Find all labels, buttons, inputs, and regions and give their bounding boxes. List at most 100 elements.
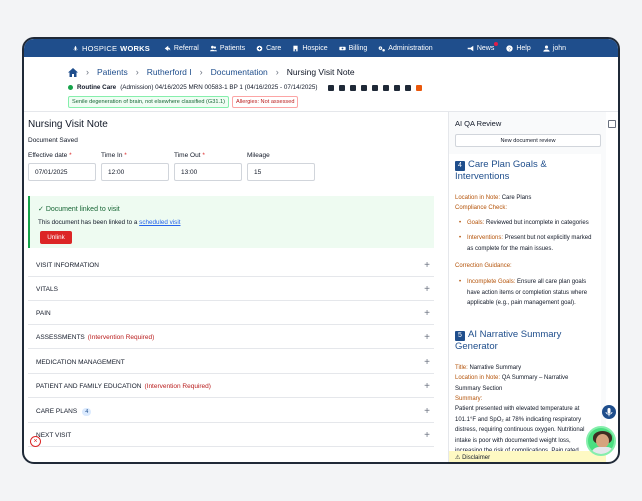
file-icon[interactable] bbox=[349, 84, 356, 91]
plus-icon[interactable]: + bbox=[424, 260, 430, 271]
linked-heading: Document linked to visit bbox=[45, 206, 120, 213]
nav-news-label: News bbox=[476, 44, 495, 52]
ai-qa-panel: AI QA Review New document review 4 Care P… bbox=[448, 112, 606, 462]
unlink-button[interactable]: Unlink bbox=[40, 231, 72, 244]
section-patient-family-education[interactable]: PATIENT AND FAMILY EDUCATION (Interventi… bbox=[28, 376, 434, 398]
nav-news[interactable]: News bbox=[467, 41, 498, 52]
chevron-right-icon: › bbox=[199, 67, 203, 77]
breadcrumb-patient-name[interactable]: Rutherford I bbox=[147, 67, 192, 77]
warning-icon: ⚠ bbox=[455, 455, 461, 461]
brand-logo[interactable]: HOSPICE WORKS bbox=[72, 44, 150, 53]
save-status: Document Saved bbox=[28, 137, 78, 144]
section-vitals[interactable]: VITALS + bbox=[28, 279, 434, 301]
nav-patients[interactable]: Patients bbox=[209, 44, 246, 52]
chevron-right-icon: › bbox=[275, 67, 279, 77]
nav-patients-label: Patients bbox=[219, 44, 246, 52]
close-circle-icon[interactable]: × bbox=[30, 436, 41, 447]
intervention-required-note: (Intervention Required) bbox=[87, 334, 155, 341]
nav-user[interactable]: john bbox=[543, 45, 566, 52]
people-icon[interactable] bbox=[371, 84, 378, 91]
info-icon[interactable] bbox=[327, 84, 334, 91]
note-form-panel: Nursing Visit Note Document Saved Effect… bbox=[24, 112, 444, 462]
scheduled-visit-link[interactable]: scheduled visit bbox=[139, 219, 180, 226]
time-out-input[interactable]: 13:00 bbox=[174, 163, 242, 181]
patients-icon bbox=[209, 45, 217, 51]
time-out-label: Time Out bbox=[174, 152, 201, 159]
care-icon bbox=[256, 45, 263, 51]
patient-action-icons bbox=[327, 84, 422, 91]
microphone-button[interactable] bbox=[602, 405, 616, 419]
nav-user-label: john bbox=[552, 44, 566, 52]
section-label: CARE PLANS bbox=[36, 408, 78, 415]
nav-hospice[interactable]: Hospice bbox=[292, 45, 328, 52]
location-value: Care Plans bbox=[501, 195, 532, 201]
plus-icon[interactable]: + bbox=[424, 406, 430, 417]
nav-care[interactable]: Care bbox=[256, 45, 281, 52]
plus-icon[interactable]: + bbox=[424, 357, 430, 368]
correction-label: Correction Guidance: bbox=[455, 263, 512, 269]
narrative-title: AI Narrative Summary Generator bbox=[455, 329, 562, 352]
top-navbar: HOSPICE WORKS Referral Patients Care Hos… bbox=[24, 39, 618, 57]
brand-text-bold: WORKS bbox=[120, 43, 150, 53]
section-next-visit[interactable]: NEXT VISIT + bbox=[28, 425, 434, 447]
trash-icon[interactable] bbox=[415, 84, 422, 91]
app-window: HOSPICE WORKS Referral Patients Care Hos… bbox=[22, 37, 620, 464]
n-title-value: Narrative Summary bbox=[469, 365, 522, 371]
section-medication-management[interactable]: MEDICATION MANAGEMENT + bbox=[28, 352, 434, 374]
linked-visit-alert: ✓ Document linked to visit This document… bbox=[28, 196, 434, 248]
section-care-plans[interactable]: CARE PLANS 4 + bbox=[28, 401, 434, 423]
section-pain[interactable]: PAIN + bbox=[28, 303, 434, 325]
medkit-icon[interactable] bbox=[382, 84, 389, 91]
chevron-right-icon: › bbox=[135, 67, 139, 77]
plus-icon[interactable]: + bbox=[424, 332, 430, 343]
care-plan-title: Care Plan Goals & Interventions bbox=[455, 159, 547, 182]
diagnosis-tag: Senile degeneration of brain, not elsewh… bbox=[68, 96, 229, 108]
gears-icon bbox=[378, 45, 386, 52]
assistant-avatar[interactable] bbox=[586, 426, 616, 456]
nav-administration[interactable]: Administration bbox=[378, 45, 433, 52]
disclaimer-label: Disclaimer bbox=[462, 455, 491, 461]
hospice-building-icon bbox=[293, 45, 298, 51]
n-location-label: Location in Note: bbox=[455, 375, 501, 381]
chart-icon[interactable] bbox=[338, 84, 345, 91]
care-plans-count-badge: 4 bbox=[82, 407, 92, 416]
nav-help-label: Help bbox=[516, 44, 531, 52]
section-label: PAIN bbox=[36, 310, 51, 317]
plus-icon[interactable]: + bbox=[424, 308, 430, 319]
plus-icon[interactable]: + bbox=[424, 430, 430, 441]
section-label: MEDICATION MANAGEMENT bbox=[36, 359, 125, 366]
patient-tags: Senile degeneration of brain, not elsewh… bbox=[68, 96, 299, 108]
incomplete-goals-label: Incomplete Goals: bbox=[467, 279, 516, 285]
care-level: Routine Care bbox=[77, 84, 117, 91]
chat-icon[interactable] bbox=[404, 84, 411, 91]
narrative-number: 5 bbox=[455, 331, 465, 341]
user-icon bbox=[543, 45, 550, 52]
printer-icon[interactable] bbox=[360, 84, 367, 91]
check-icon: ✓ bbox=[38, 206, 44, 213]
nav-referral[interactable]: Referral bbox=[164, 45, 199, 52]
compliance-label: Compliance Check: bbox=[455, 205, 508, 211]
section-assessments[interactable]: ASSESSMENTS (Intervention Required) + bbox=[28, 327, 434, 349]
new-document-review-button[interactable]: New document review bbox=[455, 134, 601, 147]
effective-date-field: Effective date * 07/01/2025 bbox=[28, 152, 96, 181]
plus-icon[interactable]: + bbox=[424, 284, 430, 295]
time-in-input[interactable]: 12:00 bbox=[101, 163, 169, 181]
panel-toggle-icon[interactable] bbox=[608, 120, 616, 128]
effective-date-input[interactable]: 07/01/2025 bbox=[28, 163, 96, 181]
svg-text:?: ? bbox=[508, 46, 511, 52]
admission-info: (Admission) 04/16/2025 MRN 00583-1 BP 1 … bbox=[120, 84, 318, 91]
disclaimer-bar[interactable]: ⚠ Disclaimer bbox=[449, 451, 606, 462]
breadcrumb-patients[interactable]: Patients bbox=[97, 67, 128, 77]
nav-help[interactable]: ? Help bbox=[506, 44, 531, 52]
mileage-input[interactable]: 15 bbox=[247, 163, 315, 181]
home-icon[interactable] bbox=[68, 67, 78, 77]
breadcrumb-documentation[interactable]: Documentation bbox=[211, 67, 268, 77]
nav-billing[interactable]: Billing bbox=[338, 45, 367, 52]
goals-label: Goals: bbox=[467, 220, 485, 226]
section-visit-information[interactable]: VISIT INFORMATION + bbox=[28, 255, 434, 277]
care-plan-heading: 4 Care Plan Goals & Interventions bbox=[455, 159, 595, 183]
plus-icon[interactable]: + bbox=[424, 381, 430, 392]
news-notification-dot bbox=[493, 41, 498, 46]
group-icon[interactable] bbox=[393, 84, 400, 91]
time-in-field: Time In * 12:00 bbox=[101, 152, 169, 181]
